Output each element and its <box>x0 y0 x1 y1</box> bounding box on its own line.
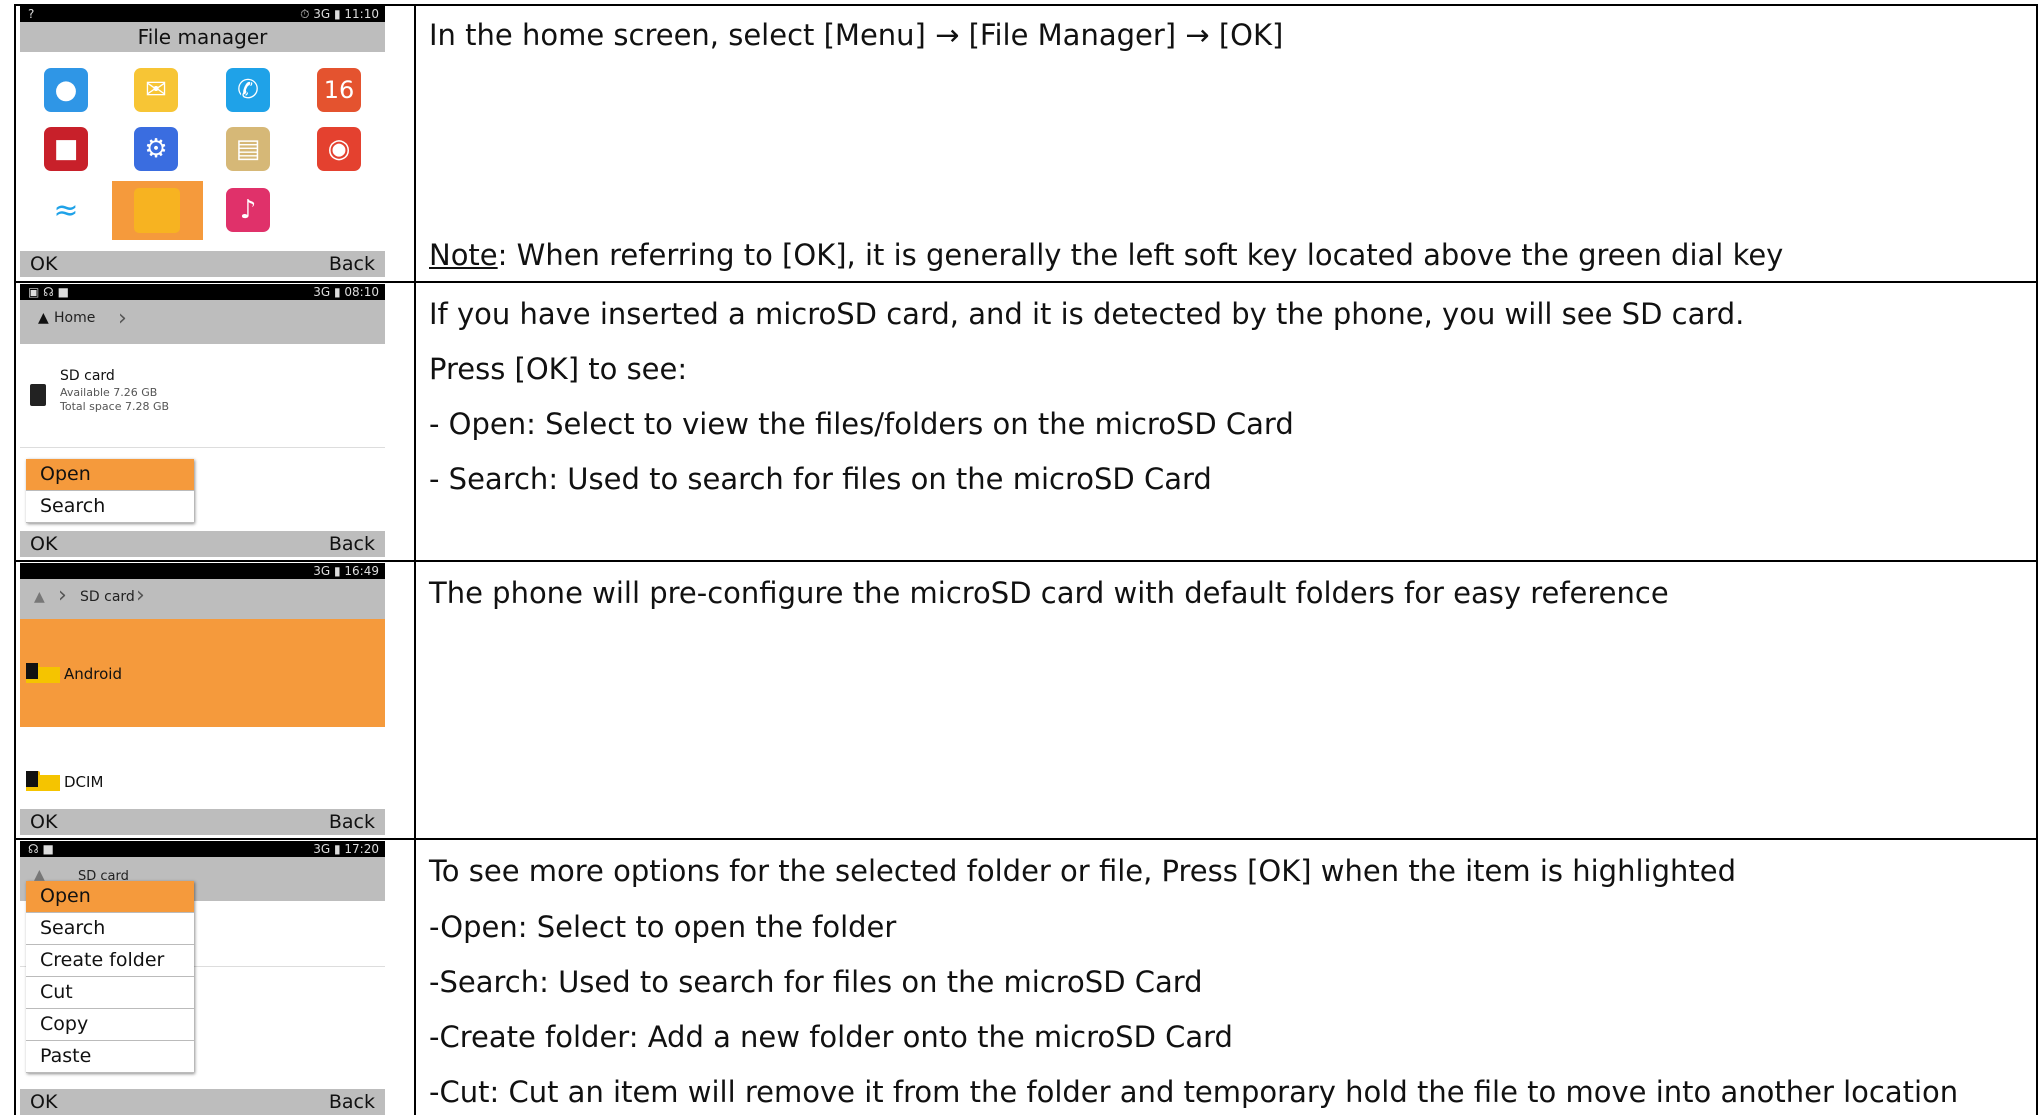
contacts-icon[interactable]: ● <box>44 68 88 112</box>
sd-card-available: Available 7.26 GB <box>60 386 158 399</box>
status-bar: 3G ▮ 16:49 <box>20 563 385 579</box>
row4-line: -Search: Used to search for files on the… <box>429 965 1203 999</box>
table-border-left <box>14 4 16 1115</box>
home-icon[interactable]: ▲ <box>38 310 49 326</box>
wifi-icon[interactable]: ≈ <box>44 188 88 232</box>
breadcrumb-chevron: › <box>58 583 67 608</box>
row4-line: To see more options for the selected fol… <box>429 854 1736 888</box>
back-softkey[interactable]: Back <box>329 251 375 277</box>
softkey-bar: OK Back <box>20 531 385 557</box>
status-icons: ☊ ■ <box>28 842 54 856</box>
row2-line: - Open: Select to view the files/folders… <box>429 407 1294 441</box>
folder-name-dcim[interactable]: DCIM <box>64 773 103 791</box>
status-time: 3G ▮ 16:49 <box>313 564 379 578</box>
phone-screenshot-sd-card: ▣ ☊ ■ 3G ▮ 08:10 ▲ Home › SD card Availa… <box>20 284 385 557</box>
softkey-bar: OK Back <box>20 809 385 835</box>
table-row-divider <box>14 560 2038 562</box>
status-bar: ? ⏱ 3G ▮ 11:10 <box>20 6 385 22</box>
breadcrumb-home[interactable]: Home <box>54 310 95 326</box>
breadcrumb-chevron: › <box>136 583 145 608</box>
ok-softkey[interactable]: OK <box>30 531 57 557</box>
folder-row-highlighted[interactable]: Android <box>20 619 385 727</box>
ok-softkey[interactable]: OK <box>30 809 57 835</box>
ok-softkey[interactable]: OK <box>30 251 57 277</box>
phone-screenshot-home: ? ⏱ 3G ▮ 11:10 File manager ● ✉ ✆ 16 ■ ⚙… <box>20 6 385 277</box>
menu-item-search[interactable]: Search <box>26 491 194 523</box>
phone-screenshot-folder-options: ☊ ■ 3G ▮ 17:20 ▲ SD card Open Search Cre… <box>20 841 385 1115</box>
status-time: 3G ▮ 08:10 <box>313 285 379 299</box>
note-text: : When referring to [OK], it is generall… <box>497 238 1784 272</box>
status-bar: ☊ ■ 3G ▮ 17:20 <box>20 841 385 857</box>
folder-icon <box>26 663 60 683</box>
menu-item-paste[interactable]: Paste <box>26 1041 194 1073</box>
status-icons: ▣ ☊ ■ <box>28 285 69 299</box>
calendar-icon[interactable]: 16 <box>317 68 361 112</box>
breadcrumb-bar: ▲ › SD card › <box>20 579 385 623</box>
note-label: Note <box>429 238 498 272</box>
table-row-divider <box>14 838 2038 840</box>
menu-item-open[interactable]: Open <box>26 881 194 913</box>
home-icon[interactable]: ▲ <box>34 589 45 605</box>
breadcrumb-bar: ▲ Home › <box>20 300 385 344</box>
table-row-divider <box>14 281 2038 283</box>
file-manager-icon <box>134 188 180 233</box>
options-menu: Open Search Create folder Cut Copy Paste <box>26 881 194 1073</box>
softkey-bar: OK Back <box>20 251 385 277</box>
breadcrumb-sd-card[interactable]: SD card <box>80 589 135 605</box>
softkey-bar: OK Back <box>20 1089 385 1115</box>
toolbox-icon[interactable]: ■ <box>44 127 88 171</box>
folder-name-android: Android <box>64 665 122 683</box>
sd-card-total: Total space 7.28 GB <box>60 400 170 413</box>
row2-line: If you have inserted a microSD card, and… <box>429 297 1745 331</box>
folder-icon <box>26 771 60 791</box>
signal-icon: ? <box>28 7 35 21</box>
table-column-divider <box>414 4 416 1115</box>
sd-card-title[interactable]: SD card <box>60 368 115 384</box>
menu-item-cut[interactable]: Cut <box>26 977 194 1009</box>
file-manager-highlight[interactable] <box>112 181 203 240</box>
menu-item-open[interactable]: Open <box>26 459 194 491</box>
menu-item-search[interactable]: Search <box>26 913 194 945</box>
ok-softkey[interactable]: OK <box>30 1089 57 1115</box>
phone-screenshot-folders: 3G ▮ 16:49 ▲ › SD card › Android DCIM OK… <box>20 563 385 835</box>
sd-card-icon <box>30 384 46 406</box>
app-header-title: File manager <box>20 22 385 52</box>
row1-note: Note: When referring to [OK], it is gene… <box>429 238 1783 272</box>
status-time: 3G ▮ 17:20 <box>313 842 379 856</box>
row1-instruction: In the home screen, select [Menu] → [Fil… <box>429 18 1284 52</box>
row2-line: - Search: Used to search for files on th… <box>429 462 1212 496</box>
music-icon[interactable]: ♪ <box>226 188 270 232</box>
phone-icon[interactable]: ✆ <box>226 68 270 112</box>
list-divider <box>20 447 385 448</box>
status-bar: ▣ ☊ ■ 3G ▮ 08:10 <box>20 284 385 300</box>
browser-icon[interactable]: ◉ <box>317 127 361 171</box>
messages-icon[interactable]: ✉ <box>134 68 178 112</box>
back-softkey[interactable]: Back <box>329 1089 375 1115</box>
status-time: ⏱ 3G ▮ 11:10 <box>300 7 379 21</box>
back-softkey[interactable]: Back <box>329 809 375 835</box>
row4-line: -Create folder: Add a new folder onto th… <box>429 1020 1233 1054</box>
menu-item-create-folder[interactable]: Create folder <box>26 945 194 977</box>
options-menu: Open Search <box>26 459 194 523</box>
menu-item-copy[interactable]: Copy <box>26 1009 194 1041</box>
settings-icon[interactable]: ⚙ <box>134 127 178 171</box>
radio-icon[interactable]: ▤ <box>226 127 270 171</box>
breadcrumb-chevron: › <box>118 306 127 331</box>
row4-line: -Open: Select to open the folder <box>429 910 897 944</box>
row3-line: The phone will pre-configure the microSD… <box>429 576 1669 610</box>
row4-line: -Cut: Cut an item will remove it from th… <box>429 1075 1959 1109</box>
row2-line: Press [OK] to see: <box>429 352 688 386</box>
back-softkey[interactable]: Back <box>329 531 375 557</box>
